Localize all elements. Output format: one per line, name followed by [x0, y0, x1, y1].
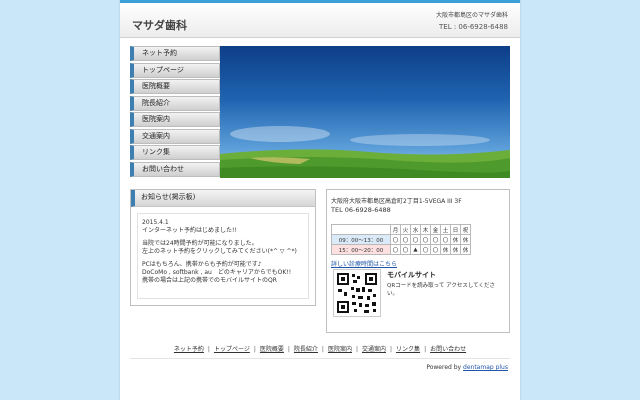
schedule-mark-cell: 〇	[400, 244, 411, 255]
notice-board-content[interactable]: 2015.4.1 インターネット予約はじめました!! 当院では24時間予約が可能に…	[137, 213, 309, 299]
day-header: 木	[420, 224, 431, 235]
day-header: 月	[390, 224, 401, 235]
clinic-phone: TEL 06-6928-6488	[331, 206, 391, 214]
nav-item-clinic-guide[interactable]: 医院案内	[130, 112, 220, 127]
schedule-mark-cell: 〇	[390, 234, 401, 245]
footer-separator: |	[424, 346, 427, 353]
day-header: 祝	[460, 224, 471, 235]
schedule-detail-link[interactable]: 詳しい診療時間はこちら	[331, 259, 397, 268]
footer-divider	[130, 358, 510, 359]
schedule-time-cell: 15：00～20：00	[331, 244, 391, 255]
schedule-mark-cell: 休	[440, 244, 451, 255]
header: マサダ歯科 大阪市都島区のマサダ歯科 TEL : 06-6928-6488	[120, 3, 520, 38]
mobile-site-description: QRコードを読み取って アクセスしてください。	[387, 283, 496, 297]
schedule-row-afternoon: 15：00～20：00 〇 〇 ▲ 〇 〇 休 休 休	[331, 244, 471, 255]
day-header: 日	[450, 224, 461, 235]
schedule-row-morning: 09：00～13：00 〇 〇 〇 〇 〇 〇 休 休	[331, 234, 471, 245]
nav-item-contact[interactable]: お問い合わせ	[130, 161, 220, 177]
qr-code-graphic	[337, 273, 377, 313]
schedule-mark-cell: 〇	[390, 244, 401, 255]
schedule-mark-cell: 〇	[440, 234, 451, 245]
page: マサダ歯科 大阪市都島区のマサダ歯科 TEL : 06-6928-6488 ネッ…	[120, 0, 520, 400]
schedule-mark-cell: 〇	[420, 244, 431, 255]
day-header: 水	[410, 224, 421, 235]
footer-link-contact[interactable]: お問い合わせ	[430, 346, 466, 353]
footer-link-net-reservation[interactable]: ネット予約	[174, 346, 204, 353]
header-address: 大阪市都島区のマサダ歯科	[435, 12, 508, 19]
powered-by-prefix: Powered by	[426, 364, 462, 371]
day-header: 土	[440, 224, 451, 235]
notice-line: 当院では24時間予約が可能になりました。 左上のネット予約をクリックしてみてくださ…	[142, 240, 297, 255]
schedule-mark-cell: 〇	[410, 234, 421, 245]
landscape-illustration	[220, 126, 510, 178]
clinic-address: 大阪府大阪市都島区高倉町2丁目1-5VEGA III 3F	[331, 198, 462, 205]
schedule-mark-cell: 休	[450, 244, 461, 255]
schedule-header-row: 月 火 水 木 金 土 日 祝	[331, 224, 471, 235]
nav-item-net-reservation[interactable]: ネット予約	[130, 46, 220, 61]
schedule-table: 月 火 水 木 金 土 日 祝 09：00～13：00 〇 〇 〇 〇 〇 〇 …	[331, 224, 471, 255]
notice-board-title: お知らせ(掲示板)	[131, 190, 315, 207]
notice-line: 2015.4.1 インターネット予約はじめました!!	[142, 219, 237, 234]
footer-link-links[interactable]: リンク集	[396, 346, 420, 353]
schedule-mark-cell: 〇	[430, 234, 441, 245]
powered-by-link[interactable]: dentamap plus	[463, 364, 508, 371]
schedule-mark-cell: 〇	[430, 244, 441, 255]
nav-item-links[interactable]: リンク集	[130, 145, 220, 160]
footer-link-access[interactable]: 交通案内	[362, 346, 386, 353]
footer-link-clinic-overview[interactable]: 医院概要	[260, 346, 284, 353]
powered-by: Powered by dentamap plus	[426, 364, 508, 371]
schedule-mark-cell: 休	[460, 244, 471, 255]
footer-link-top-page[interactable]: トップページ	[214, 346, 250, 353]
header-phone: TEL : 06-6928-6488	[439, 23, 508, 31]
hero-landscape-image	[220, 46, 510, 178]
schedule-mark-cell: 〇	[420, 234, 431, 245]
schedule-mark-cell: 〇	[400, 234, 411, 245]
site-title[interactable]: マサダ歯科	[132, 17, 187, 33]
clinic-info-panel: 大阪府大阪市都島区高倉町2丁目1-5VEGA III 3F TEL 06-692…	[326, 189, 510, 333]
footer-separator: |	[287, 346, 290, 353]
footer-separator: |	[253, 346, 256, 353]
footer-separator: |	[321, 346, 324, 353]
notice-board: お知らせ(掲示板) 2015.4.1 インターネット予約はじめました!! 当院では…	[130, 189, 316, 306]
qr-code-icon[interactable]	[333, 269, 381, 317]
day-header: 火	[400, 224, 411, 235]
day-header: 金	[430, 224, 441, 235]
footer-separator: |	[207, 346, 210, 353]
mobile-site-title: モバイルサイト	[387, 271, 436, 279]
sidebar-nav: ネット予約 トップページ 医院概要 院長紹介 医院案内 交通案内 リンク集 お問…	[130, 46, 220, 178]
nav-item-access[interactable]: 交通案内	[130, 128, 220, 144]
notice-line: PCはもちろん、携帯からも予約が可能です♪ DoCoMo , softbank ,…	[142, 261, 292, 284]
footer-link-clinic-guide[interactable]: 医院案内	[328, 346, 352, 353]
footer-separator: |	[355, 346, 358, 353]
nav-item-top-page[interactable]: トップページ	[130, 62, 220, 78]
schedule-time-cell: 09：00～13：00	[331, 234, 391, 245]
schedule-corner-cell	[331, 224, 391, 235]
schedule-mark-cell: 休	[460, 234, 471, 245]
footer-separator: |	[390, 346, 393, 353]
footer-nav: ネット予約 | トップページ | 医院概要 | 院長紹介 | 医院案内 | 交通案内 | リンク集 | お問…	[120, 344, 520, 353]
footer-link-director[interactable]: 院長紹介	[294, 346, 318, 353]
schedule-mark-cell: ▲	[410, 244, 421, 255]
nav-item-director[interactable]: 院長紹介	[130, 95, 220, 111]
nav-item-clinic-overview[interactable]: 医院概要	[130, 79, 220, 94]
schedule-mark-cell: 休	[450, 234, 461, 245]
